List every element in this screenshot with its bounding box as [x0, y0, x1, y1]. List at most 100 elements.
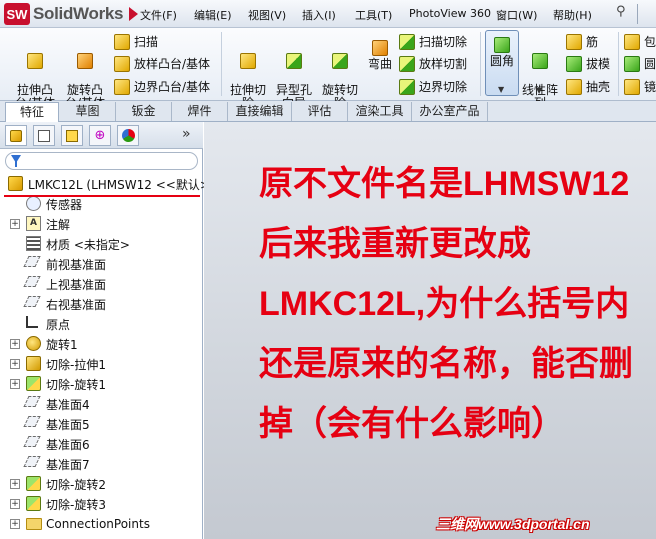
menu-insert[interactable]: 插入(I): [302, 4, 355, 26]
tree-item-label: 材质 <未指定>: [46, 237, 130, 252]
expand-icon[interactable]: +: [10, 339, 20, 349]
tree-item-label: 右视基准面: [46, 297, 107, 312]
tab-sheet-metal[interactable]: 钣金: [116, 102, 172, 121]
revolve-cut-button[interactable]: 旋转切 除: [318, 40, 362, 110]
ribbon-divider: [480, 32, 481, 96]
tab-sketch[interactable]: 草图: [60, 102, 116, 121]
expand-icon[interactable]: +: [10, 379, 20, 389]
configuration-manager-tab[interactable]: [61, 125, 83, 146]
menu-photoview[interactable]: PhotoView 360: [409, 4, 496, 26]
tree-item[interactable]: + 切除-旋转2: [0, 474, 203, 494]
tree-item[interactable]: + 切除-旋转1: [0, 374, 203, 394]
plane-icon: [23, 296, 41, 307]
tree-item[interactable]: 基准面5: [0, 414, 203, 434]
lofted-cut-label: 放样切割: [419, 57, 468, 71]
draft-button[interactable]: 拔模: [566, 55, 610, 72]
more-tabs-icon[interactable]: »: [182, 126, 191, 142]
fillet-dropdown-icon[interactable]: ▼: [498, 85, 504, 94]
tree-item[interactable]: 材质 <未指定>: [0, 234, 203, 254]
feature-tree: LMKC12L (LHMSW12 <<默认> 传感器 + A 注解材质 <未指定> 前视…: [0, 174, 210, 534]
tab-direct-editing[interactable]: 直接编辑: [228, 102, 292, 121]
sweep-button[interactable]: 扫描: [114, 33, 158, 50]
revolve-boss-button[interactable]: 旋转凸 台/基体: [62, 40, 108, 110]
expand-icon[interactable]: +: [10, 519, 20, 529]
swept-cut-button[interactable]: 扫描切除: [399, 33, 467, 50]
folder-icon: [26, 518, 42, 530]
tree-item[interactable]: 基准面4: [0, 394, 203, 414]
expand-icon[interactable]: +: [10, 359, 20, 369]
tree-item[interactable]: 原点: [0, 314, 203, 334]
plane-icon: [23, 396, 41, 407]
solidworks-logo-badge: SW: [4, 3, 30, 25]
revolve-cut-icon: [332, 53, 348, 69]
display-manager-icon: [121, 129, 135, 142]
display-manager-tab[interactable]: [117, 125, 139, 146]
mirror-button[interactable]: 镜: [624, 78, 656, 95]
menu-window[interactable]: 窗口(W): [496, 4, 553, 26]
menu-file[interactable]: 文件(F): [140, 4, 194, 26]
dome-button[interactable]: 圆: [624, 55, 656, 72]
highlight-underline: [4, 195, 200, 197]
ribbon-divider: [618, 32, 619, 96]
tab-weldments[interactable]: 焊件: [172, 102, 228, 121]
draft-label: 拔模: [586, 57, 611, 71]
pin-icon[interactable]: ⚲: [616, 4, 626, 19]
swept-cut-icon: [399, 33, 415, 50]
tree-item-label: 切除-旋转2: [46, 477, 106, 492]
tab-render-tools[interactable]: 渲染工具: [348, 102, 412, 121]
tree-item[interactable]: + 切除-拉伸1: [0, 354, 203, 374]
dimxpert-manager-tab[interactable]: ⊕: [89, 125, 111, 146]
tree-root-part[interactable]: LMKC12L (LHMSW12 <<默认>: [0, 174, 210, 194]
tree-item[interactable]: + ConnectionPoints: [0, 514, 203, 534]
tree-item[interactable]: 上视基准面: [0, 274, 203, 294]
feature-manager-tab[interactable]: [5, 125, 27, 146]
annotation-message: 原不文件名是LHMSW12 后来我重新更改成 LMKC12L,为什么括号内 还是…: [259, 154, 656, 454]
expand-icon[interactable]: +: [10, 499, 20, 509]
linear-pattern-button[interactable]: 线性阵 列: [520, 40, 560, 110]
solidworks-logo[interactable]: SW SolidWorks: [4, 2, 139, 26]
menu-view[interactable]: 视图(V): [248, 4, 302, 26]
tree-item[interactable]: 传感器: [0, 194, 203, 214]
fillet-button[interactable]: 圆角 ▼: [485, 30, 519, 96]
flyout-arrow-icon[interactable]: [129, 7, 139, 21]
wrap-button[interactable]: 包: [624, 33, 656, 50]
fillet-label: 圆角: [489, 54, 514, 68]
dome-label: 圆: [644, 57, 656, 71]
tree-item-label: 切除-拉伸1: [46, 357, 106, 372]
tree-item[interactable]: 右视基准面: [0, 294, 203, 314]
tree-item[interactable]: 基准面7: [0, 454, 203, 474]
feature-tree-filter[interactable]: [5, 152, 198, 170]
tab-office-products[interactable]: 办公室产品: [412, 102, 488, 121]
extrude-cut-button[interactable]: 拉伸切 除: [226, 40, 270, 110]
hole-wizard-button[interactable]: 异型孔 向导: [272, 40, 316, 110]
bend-button[interactable]: 弯曲: [364, 40, 396, 71]
tree-item[interactable]: 前视基准面: [0, 254, 203, 274]
shell-button[interactable]: 抽壳: [566, 78, 610, 95]
tree-item[interactable]: + 旋转1: [0, 334, 203, 354]
origin-icon: [26, 316, 38, 328]
tab-features[interactable]: 特征: [5, 102, 59, 123]
tab-evaluate[interactable]: 评估: [292, 102, 348, 121]
tree-item[interactable]: 基准面6: [0, 434, 203, 454]
menu-help[interactable]: 帮助(H): [553, 4, 603, 26]
tree-item[interactable]: + A 注解: [0, 214, 203, 234]
menu-edit[interactable]: 编辑(E): [194, 4, 248, 26]
rib-button[interactable]: 筋: [566, 33, 598, 50]
menu-tools[interactable]: 工具(T): [355, 4, 409, 26]
message-line: 掉（会有什么影响）: [259, 405, 565, 443]
property-manager-tab[interactable]: [33, 125, 55, 146]
rib-icon: [566, 33, 582, 50]
graphics-area[interactable]: 原不文件名是LHMSW12 后来我重新更改成 LMKC12L,为什么括号内 还是…: [204, 122, 656, 539]
message-line: 原不文件名是LHMSW12: [259, 165, 630, 203]
expand-icon[interactable]: +: [10, 219, 20, 229]
cut-revolve-icon: [26, 376, 41, 391]
lofted-cut-button[interactable]: 放样切割: [399, 55, 467, 72]
linear-pattern-dropdown-icon[interactable]: ▼: [536, 86, 542, 95]
loft-button[interactable]: 放样凸台/基体: [114, 55, 210, 72]
boundary-cut-button[interactable]: 边界切除: [399, 78, 467, 95]
boundary-boss-button[interactable]: 边界凸台/基体: [114, 78, 210, 95]
tree-item[interactable]: + 切除-旋转3: [0, 494, 203, 514]
filter-icon: [11, 155, 21, 167]
expand-icon[interactable]: +: [10, 479, 20, 489]
extrude-boss-button[interactable]: 拉伸凸 台/基体: [12, 40, 58, 110]
